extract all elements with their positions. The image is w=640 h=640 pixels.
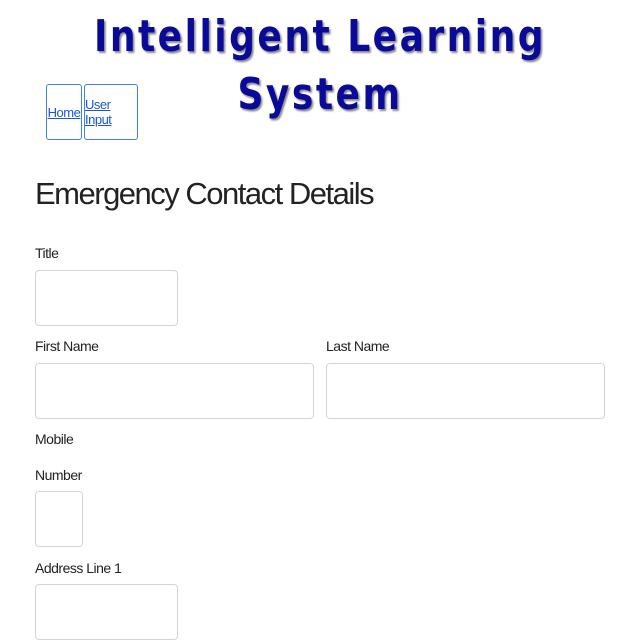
section-title: Emergency Contact Details	[35, 176, 375, 211]
title-label: Title	[35, 245, 59, 261]
address-line-1-field[interactable]	[35, 584, 178, 640]
last-name-label: Last Name	[326, 338, 390, 354]
nav-bar: Home User Input	[46, 84, 138, 140]
nav-user-input-link[interactable]: User Input	[84, 84, 138, 140]
title-field[interactable]	[35, 270, 178, 326]
page: Intelligent Learning System Home User In…	[0, 0, 640, 640]
mobile-label-line2: Number	[35, 467, 82, 483]
mobile-number-field[interactable]	[35, 491, 83, 547]
first-name-label: First Name	[35, 338, 99, 354]
first-name-field[interactable]	[35, 363, 314, 419]
address-line-1-label: Address Line 1	[35, 560, 122, 576]
mobile-label-line1: Mobile	[35, 431, 74, 447]
last-name-field[interactable]	[326, 363, 605, 419]
nav-home-link[interactable]: Home	[46, 84, 82, 140]
